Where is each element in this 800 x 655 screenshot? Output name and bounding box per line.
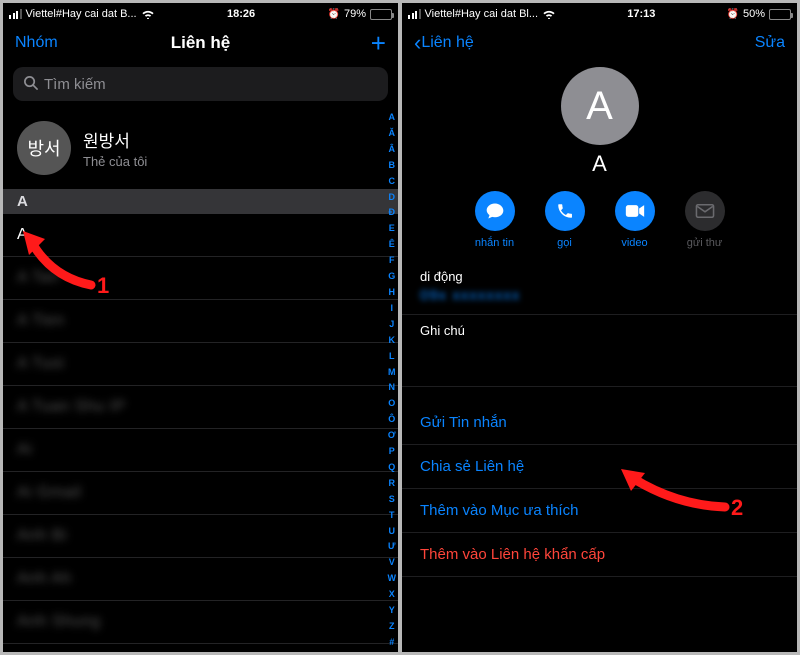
search-input[interactable]: Tìm kiếm — [13, 67, 388, 101]
alpha-index[interactable]: AĂÂBCDĐEÊFGHIJKLMNOÔƠPQRSTUƯVWXYZ # — [388, 113, 397, 648]
index-letter[interactable]: U — [389, 527, 396, 537]
page-title: Liên hệ — [171, 33, 231, 53]
index-letter[interactable]: Ơ — [388, 431, 396, 441]
contact-detail-screen: Viettel#Hay cai dat Bl... 17:13 ⏰ 50% ‹ … — [402, 3, 797, 652]
index-letter[interactable]: Â — [389, 145, 396, 155]
index-letter[interactable]: N — [389, 383, 396, 393]
index-letter[interactable]: Y — [389, 606, 395, 616]
index-letter[interactable]: I — [390, 304, 393, 314]
add-contact-button[interactable]: + — [371, 28, 386, 59]
contacts-list-screen: Viettel#Hay cai dat B... 18:26 ⏰ 79% Nhó… — [3, 3, 398, 652]
status-bar: Viettel#Hay cai dat B... 18:26 ⏰ 79% — [3, 3, 398, 23]
index-letter[interactable]: V — [389, 558, 395, 568]
search-placeholder: Tìm kiếm — [44, 76, 106, 93]
notes-row[interactable]: Ghi chú — [402, 315, 797, 387]
my-card-name: 원방서 — [83, 127, 147, 152]
index-letter[interactable]: Ư — [388, 542, 395, 552]
index-letter[interactable]: R — [389, 479, 396, 489]
index-letter[interactable]: E — [389, 224, 395, 234]
my-card-sub: Thẻ của tôi — [83, 154, 147, 169]
contact-name: A — [402, 151, 797, 177]
index-letter[interactable]: B — [389, 161, 396, 171]
annotation-number: 2 — [731, 495, 743, 521]
index-letter[interactable]: Ă — [389, 129, 396, 139]
carrier-text: Viettel#Hay cai dat Bl... — [425, 8, 539, 20]
index-letter[interactable]: X — [389, 590, 395, 600]
wifi-icon — [542, 9, 556, 19]
signal-icon — [408, 9, 421, 19]
add-emergency-link[interactable]: Thêm vào Liên hệ khẩn cấp — [402, 533, 797, 577]
battery-pct: 50% — [743, 8, 765, 20]
message-button[interactable]: nhắn tin — [475, 191, 515, 249]
contact-row[interactable]: Anh Ah — [3, 558, 398, 601]
index-letter[interactable]: A — [389, 113, 396, 123]
index-letter[interactable]: G — [388, 272, 395, 282]
index-letter[interactable]: K — [389, 336, 396, 346]
index-letter[interactable]: T — [389, 511, 395, 521]
carrier-text: Viettel#Hay cai dat B... — [26, 8, 137, 20]
contact-row[interactable]: Anh Shung — [3, 601, 398, 644]
index-letter[interactable]: Đ — [389, 208, 396, 218]
search-icon — [23, 75, 38, 94]
battery-pct: 79% — [344, 8, 366, 20]
index-letter[interactable]: Z — [389, 622, 395, 632]
index-letter[interactable]: Q — [388, 463, 395, 473]
chevron-left-icon: ‹ — [414, 30, 421, 56]
edit-button[interactable]: Sửa — [725, 34, 785, 52]
index-letter[interactable]: Ê — [389, 240, 395, 250]
status-time: 18:26 — [227, 8, 255, 20]
index-letter[interactable]: D — [389, 193, 396, 203]
groups-button[interactable]: Nhóm — [15, 34, 75, 52]
index-letter[interactable]: C — [389, 177, 396, 187]
annotation-number: 1 — [97, 273, 109, 299]
contact-row[interactable]: A Tuan Shu IP — [3, 386, 398, 429]
index-letter[interactable]: O — [388, 399, 395, 409]
annotation-arrow-2: 2 — [615, 463, 735, 523]
index-letter[interactable]: M — [388, 368, 396, 378]
video-icon — [615, 191, 655, 231]
contact-row[interactable]: Anh yen Audio — [3, 644, 398, 652]
index-letter[interactable]: P — [389, 447, 395, 457]
action-row: nhắn tin gọi video — [402, 191, 797, 249]
avatar: 방서 — [17, 121, 71, 175]
back-button[interactable]: ‹ Liên hệ — [414, 30, 474, 56]
annotation-arrow-1: 1 — [21, 229, 111, 299]
my-card[interactable]: 방서 원방서 Thẻ của tôi — [3, 111, 398, 189]
index-letter[interactable]: Ô — [388, 415, 395, 425]
contact-row[interactable]: Ai Gmail — [3, 472, 398, 515]
contact-row[interactable]: Ai — [3, 429, 398, 472]
battery-icon — [769, 9, 791, 20]
status-time: 17:13 — [627, 8, 655, 20]
nav-bar: Nhóm Liên hệ + — [3, 23, 398, 63]
contact-row[interactable]: Anh Bi — [3, 515, 398, 558]
video-button[interactable]: video — [615, 191, 655, 249]
index-letter[interactable]: S — [389, 495, 395, 505]
contact-avatar: A — [561, 67, 639, 145]
alarm-icon: ⏰ — [727, 9, 739, 20]
signal-icon — [9, 9, 22, 19]
phone-row[interactable]: di động 09x xxxxxxxx — [402, 261, 797, 315]
mail-icon — [685, 191, 725, 231]
index-letter[interactable]: L — [389, 352, 395, 362]
contact-row[interactable]: A Tien — [3, 300, 398, 343]
index-letter[interactable]: W — [388, 574, 397, 584]
nav-bar: ‹ Liên hệ Sửa — [402, 23, 797, 63]
share-contact-link[interactable]: Chia sẻ Liên hệ — [402, 445, 797, 489]
battery-icon — [370, 9, 392, 20]
contact-row[interactable]: A Tuoi — [3, 343, 398, 386]
wifi-icon — [141, 9, 155, 19]
call-button[interactable]: gọi — [545, 191, 585, 249]
index-letter[interactable]: H — [389, 288, 396, 298]
alarm-icon: ⏰ — [328, 9, 340, 20]
index-letter[interactable]: F — [389, 256, 395, 266]
status-bar: Viettel#Hay cai dat Bl... 17:13 ⏰ 50% — [402, 3, 797, 23]
send-message-link[interactable]: Gửi Tin nhắn — [402, 401, 797, 445]
index-letter[interactable]: J — [389, 320, 394, 330]
phone-icon — [545, 191, 585, 231]
mail-button: gửi thư — [685, 191, 725, 249]
section-header: A — [3, 189, 398, 214]
message-icon — [475, 191, 515, 231]
index-letter[interactable]: # — [389, 638, 394, 648]
